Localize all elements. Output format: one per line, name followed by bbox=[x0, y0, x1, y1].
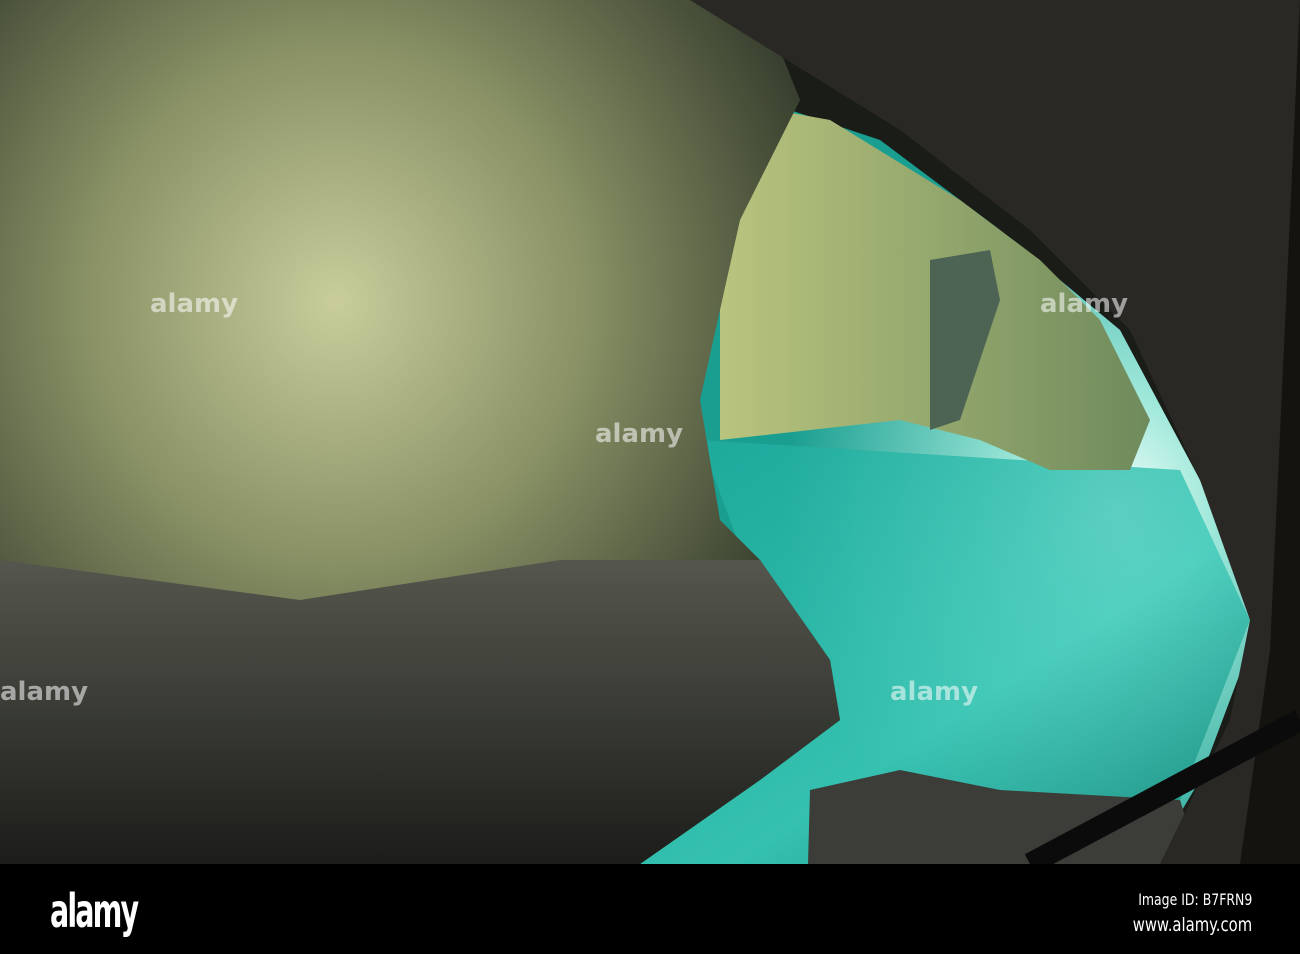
cave-photo: alamy alamy alamy alamy alamy bbox=[0, 0, 1300, 864]
svg-text:alamy: alamy bbox=[890, 677, 978, 707]
svg-text:alamy: alamy bbox=[1040, 289, 1128, 319]
alamy-logo: alamy bbox=[50, 884, 139, 938]
svg-text:alamy: alamy bbox=[595, 419, 683, 449]
site-url: www.alamy.com bbox=[1132, 914, 1252, 936]
svg-text:alamy: alamy bbox=[150, 289, 238, 319]
svg-text:alamy: alamy bbox=[0, 677, 88, 707]
image-id: Image ID: B7FRN9 bbox=[1137, 890, 1252, 909]
footer-bar: alamy Image ID: B7FRN9 www.alamy.com bbox=[0, 864, 1300, 954]
